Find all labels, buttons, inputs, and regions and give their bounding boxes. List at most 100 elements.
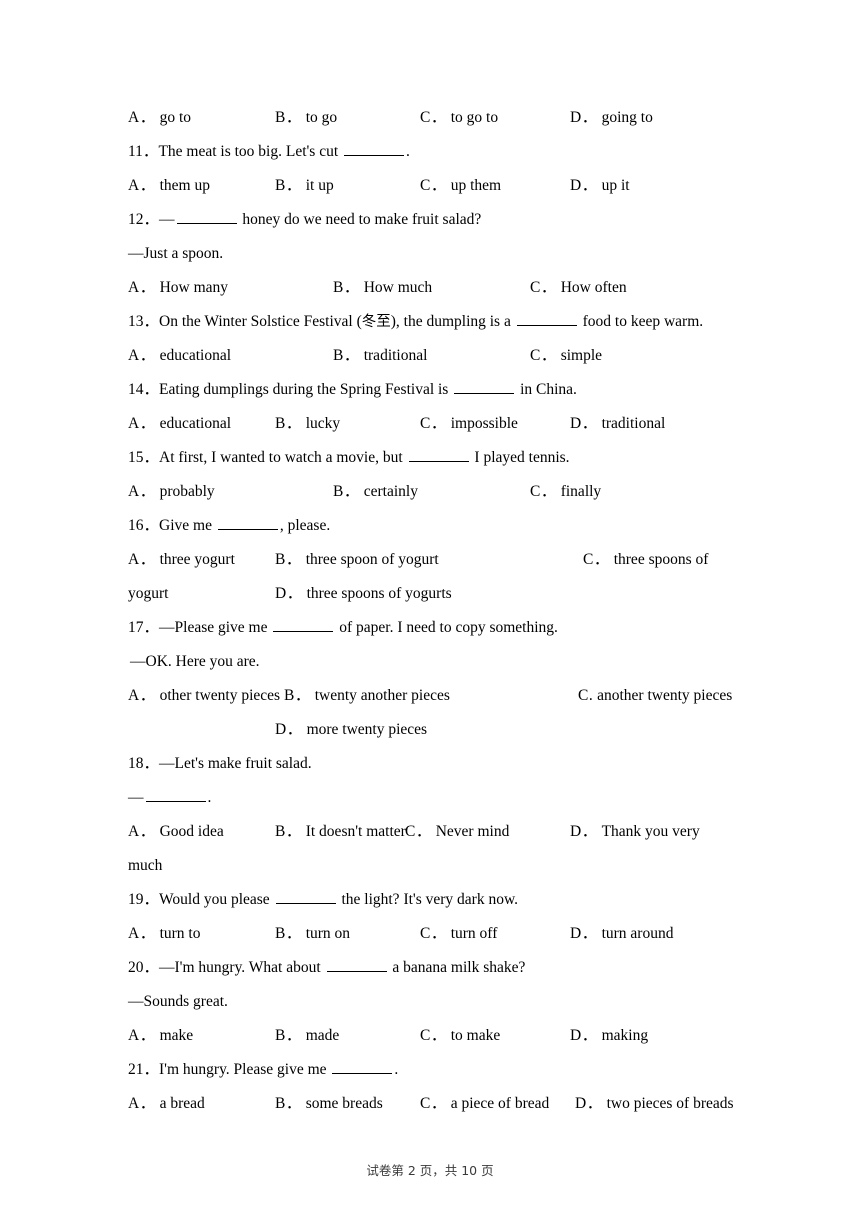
answer-blank-q20[interactable] <box>326 958 387 972</box>
stem-text-q16-after: , please. <box>279 517 331 534</box>
option-q19-b[interactable]: B． turn on <box>275 924 350 944</box>
question-stem-q15: 15．At first, I wanted to watch a movie, … <box>128 448 748 482</box>
answer-blank-q17[interactable] <box>273 618 334 632</box>
stem-text-q13-before: On the Winter Solstice Festival ( <box>159 313 362 330</box>
answer-blank-q14[interactable] <box>454 380 515 394</box>
question-stem-q16: 16．Give me , please. <box>128 516 748 550</box>
question-number-q21: 21． <box>128 1061 160 1078</box>
question-number-q18: 18． <box>128 755 160 772</box>
option-q21-a[interactable]: A． a bread <box>128 1094 205 1114</box>
option-row-q10: A． go to B． to go C． to go to D． going t… <box>128 108 748 142</box>
option-row-q11: A． them up B． it up C． up them D． up it <box>128 176 748 210</box>
page-footer: 试卷第 2 页，共 10 页 <box>366 1163 494 1178</box>
option-q17-a[interactable]: A． other twenty pieces <box>128 686 280 706</box>
option-q20-d[interactable]: D． making <box>570 1026 648 1046</box>
option-q19-a[interactable]: A． turn to <box>128 924 200 944</box>
option-q11-c[interactable]: C． up them <box>420 176 501 196</box>
question-stem-q14: 14．Eating dumplings during the Spring Fe… <box>128 380 748 414</box>
option-q12-b[interactable]: B． How much <box>333 278 432 298</box>
stem-text-q19-after: the light? It's very dark now. <box>337 891 519 908</box>
stem-text-q17-before: —Please give me <box>159 619 272 636</box>
answer-blank-q21[interactable] <box>332 1060 393 1074</box>
stem-text-q11-before: The meat is too big. Let's cut <box>158 143 343 160</box>
option-q18-a[interactable]: A． Good idea <box>128 822 224 842</box>
answer-blank-q16[interactable] <box>217 516 278 530</box>
option-row-q15: A． probably B． certainly C． finally <box>128 482 748 516</box>
stem-text-q12-before: — <box>159 211 175 228</box>
stem-text-q21-after: . <box>394 1061 399 1078</box>
stem-text-q11-after: . <box>406 143 410 160</box>
option-q21-c[interactable]: C． a piece of bread <box>420 1094 549 1114</box>
question-number-q20: 20． <box>128 959 160 976</box>
option-q14-c[interactable]: C． impossible <box>420 414 518 434</box>
option-row-q12: A． How many B． How much C． How often <box>128 278 748 312</box>
answer-blank-q18[interactable] <box>145 788 206 802</box>
option-q11-a[interactable]: A． them up <box>128 176 210 196</box>
question-number-q13: 13． <box>128 313 160 330</box>
option-row-q16-first: A． three yogurt B． three spoon of yogurt… <box>128 550 748 584</box>
option-q16-a[interactable]: A． three yogurt <box>128 550 235 570</box>
option-q17-d[interactable]: D． more twenty pieces <box>275 720 427 740</box>
answer-blank-q11[interactable] <box>344 142 405 156</box>
option-q13-c[interactable]: C． simple <box>530 346 602 366</box>
option-q21-d[interactable]: D． two pieces of breads <box>575 1094 734 1114</box>
answer-blank-q15[interactable] <box>408 448 469 462</box>
option-q16-b[interactable]: B． three spoon of yogurt <box>275 550 439 570</box>
option-q14-a[interactable]: A． educational <box>128 414 231 434</box>
option-q12-a[interactable]: A． How many <box>128 278 228 298</box>
option-row-q17-second: D． more twenty pieces <box>128 720 748 754</box>
question-number-q15: 15． <box>128 449 160 466</box>
question-number-q12: 12． <box>128 211 160 228</box>
stem-text-q14-after: in China. <box>516 381 577 398</box>
option-q10-a[interactable]: A． go to <box>128 108 191 128</box>
option-q11-b[interactable]: B． it up <box>275 176 334 196</box>
dialog-dash-q18: — <box>128 789 144 806</box>
option-q16-c[interactable]: C． three spoons of <box>583 550 708 570</box>
question-stem-q11: 11．The meat is too big. Let's cut . <box>128 142 748 176</box>
option-q18-b[interactable]: B． It doesn't matter <box>275 822 406 842</box>
answer-blank-q19[interactable] <box>275 890 336 904</box>
option-q17-b[interactable]: B． twenty another pieces <box>284 686 450 706</box>
option-row-q17-first: A． other twenty pieces B． twenty another… <box>128 686 748 720</box>
option-q10-c[interactable]: C． to go to <box>420 108 498 128</box>
stem-text-q15-after: I played tennis. <box>470 449 570 466</box>
option-q20-b[interactable]: B． made <box>275 1026 339 1046</box>
stem-text-q17-after: of paper. I need to copy something. <box>335 619 558 636</box>
stem-text-q13-mid: ), the dumpling is a <box>390 313 515 330</box>
chinese-gloss-q13: 冬至 <box>361 314 391 330</box>
question-number-q16: 16． <box>128 517 160 534</box>
option-row-q13: A． educational B． traditional C． simple <box>128 346 748 380</box>
question-stem-q13: 13．On the Winter Solstice Festival (冬至),… <box>128 312 748 346</box>
question-stem-q12: 12．— honey do we need to make fruit sala… <box>128 210 748 244</box>
option-q14-d[interactable]: D． traditional <box>570 414 665 434</box>
option-q13-a[interactable]: A． educational <box>128 346 231 366</box>
stem-text-q14-before: Eating dumplings during the Spring Festi… <box>159 381 453 398</box>
question-stem-q17: 17．—Please give me of paper. I need to c… <box>128 618 748 652</box>
option-q11-d[interactable]: D． up it <box>570 176 630 196</box>
option-q21-b[interactable]: B． some breads <box>275 1094 383 1114</box>
option-q15-a[interactable]: A． probably <box>128 482 215 502</box>
option-q20-a[interactable]: A． make <box>128 1026 193 1046</box>
option-q20-c[interactable]: C． to make <box>420 1026 500 1046</box>
option-row-q14: A． educational B． lucky C． impossible D．… <box>128 414 748 448</box>
question-stem-q21: 21．I'm hungry. Please give me . <box>128 1060 748 1094</box>
option-q18-d[interactable]: D． Thank you very <box>570 822 700 842</box>
option-q16-d[interactable]: D． three spoons of yogurts <box>275 584 452 604</box>
option-q17-c[interactable]: C. another twenty pieces <box>578 686 732 706</box>
stem-text-q19-before: Would you please <box>159 891 274 908</box>
option-q19-d[interactable]: D． turn around <box>570 924 673 944</box>
option-q18-c[interactable]: C． Never mind <box>405 822 509 842</box>
option-q15-c[interactable]: C． finally <box>530 482 601 502</box>
option-row-q20: A． make B． made C． to make D． making <box>128 1026 748 1060</box>
option-q12-c[interactable]: C． How often <box>530 278 627 298</box>
option-q14-b[interactable]: B． lucky <box>275 414 340 434</box>
answer-blank-q13[interactable] <box>516 312 577 326</box>
option-q15-b[interactable]: B． certainly <box>333 482 418 502</box>
option-q13-b[interactable]: B． traditional <box>333 346 427 366</box>
question-stem-q18: 18．—Let's make fruit salad. <box>128 754 748 788</box>
option-q10-b[interactable]: B． to go <box>275 108 337 128</box>
option-q19-c[interactable]: C． turn off <box>420 924 497 944</box>
option-q10-d[interactable]: D． going to <box>570 108 653 128</box>
answer-blank-q12[interactable] <box>176 210 237 224</box>
dialog-line-q18: —. <box>128 788 748 822</box>
